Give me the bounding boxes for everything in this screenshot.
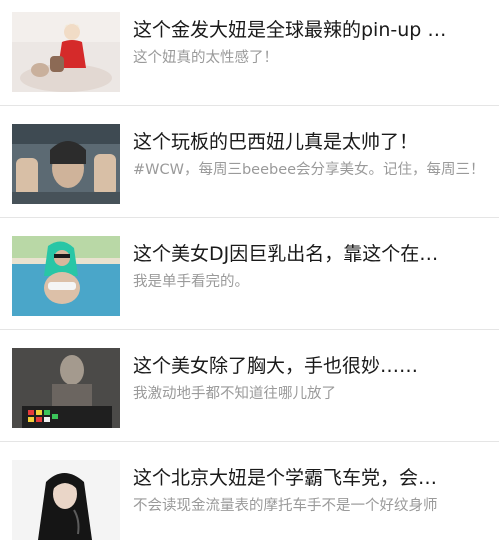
article-thumbnail[interactable] — [12, 348, 120, 428]
article-description: 不会读现金流量表的摩托车手不是一个好纹身师 — [133, 498, 438, 514]
divider — [0, 217, 499, 218]
article-title[interactable]: 这个北京大妞是个学霸飞车党，会… — [133, 466, 489, 490]
article-title[interactable]: 这个玩板的巴西妞儿真是太帅了！ — [133, 130, 489, 154]
article-description: 我激动地手都不知道往哪儿放了 — [133, 386, 336, 402]
article-thumbnail[interactable] — [12, 124, 120, 204]
divider — [0, 105, 499, 106]
skater-photo — [12, 124, 120, 204]
pool-photo — [12, 236, 120, 316]
article-item-5[interactable]: 这个北京大妞是个学霸飞车党，会… 不会读现金流量表的摩托车手不是一个好纹身师 — [0, 448, 499, 560]
article-title[interactable]: 这个美女除了胸大，手也很妙…… — [133, 354, 489, 378]
article-item-1[interactable]: 这个金发大妞是全球最辣的pin-up … 这个妞真的太性感了！ — [0, 0, 499, 112]
article-thumbnail[interactable] — [12, 236, 120, 316]
article-title[interactable]: 这个美女DJ因巨乳出名，靠这个在… — [133, 242, 489, 266]
divider — [0, 441, 499, 442]
biker-photo — [12, 460, 120, 540]
article-description: #WCW，每周三beebee会分享美女。记住，每周三！ — [133, 162, 485, 178]
article-description: 这个妞真的太性感了！ — [133, 50, 278, 66]
article-description: 我是单手看完的。 — [133, 274, 249, 290]
article-item-3[interactable]: 这个美女DJ因巨乳出名，靠这个在… 我是单手看完的。 — [0, 224, 499, 336]
dj-photo — [12, 348, 120, 428]
article-feed: 这个金发大妞是全球最辣的pin-up … 这个妞真的太性感了！ 这个玩板的巴西妞… — [0, 0, 499, 554]
article-thumbnail[interactable] — [12, 460, 120, 540]
article-item-4[interactable]: 这个美女除了胸大，手也很妙…… 我激动地手都不知道往哪儿放了 — [0, 336, 499, 448]
article-title[interactable]: 这个金发大妞是全球最辣的pin-up … — [133, 18, 489, 42]
divider — [0, 329, 499, 330]
article-thumbnail[interactable] — [12, 12, 120, 92]
article-item-2[interactable]: 这个玩板的巴西妞儿真是太帅了！ #WCW，每周三beebee会分享美女。记住，每… — [0, 112, 499, 224]
pinup-photo — [12, 12, 120, 92]
